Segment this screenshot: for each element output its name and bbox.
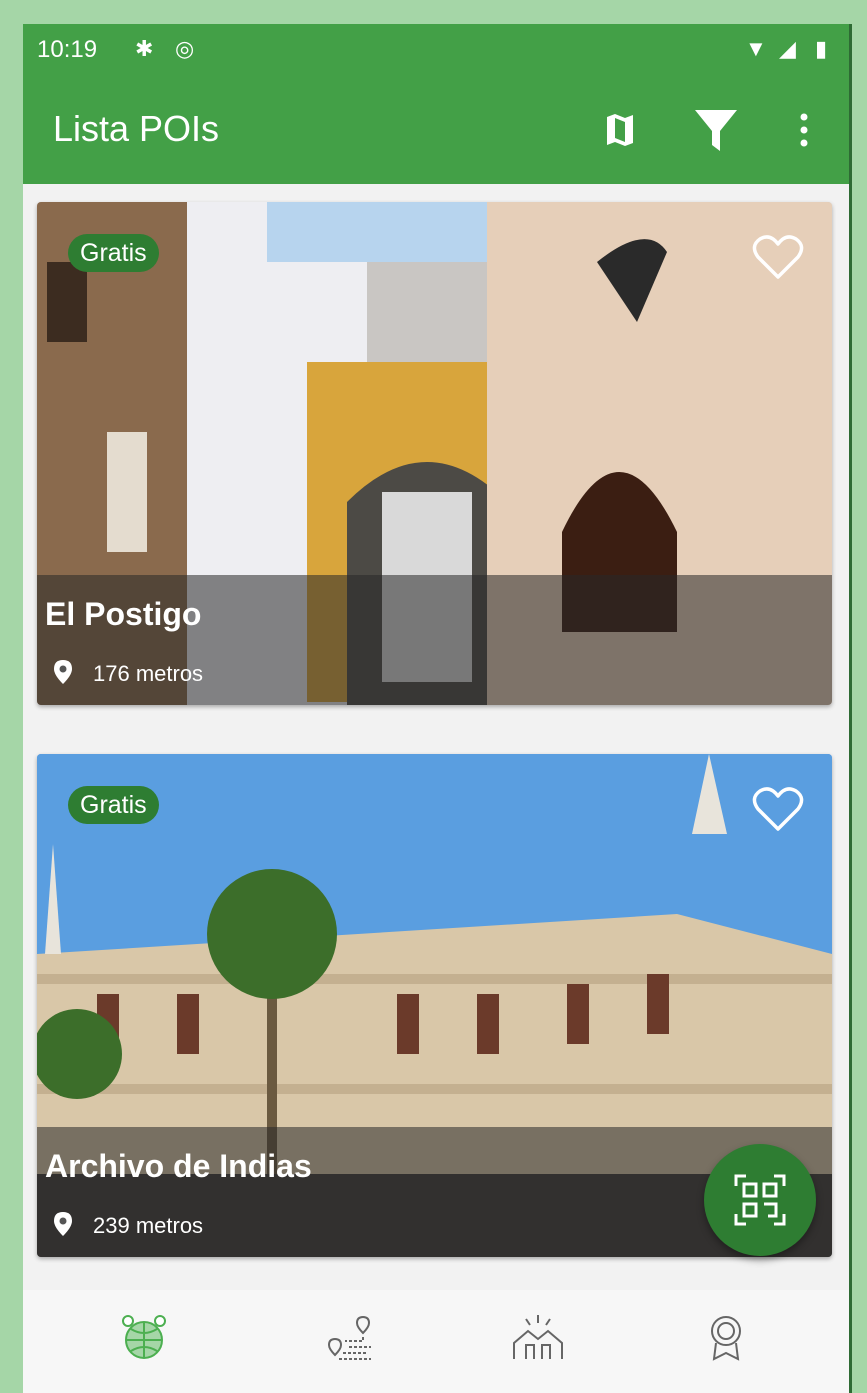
poi-distance: 239 metros — [93, 1213, 204, 1238]
status-bar: 10:19 ✱ ◎ ▼ ◢ ▮ — [23, 24, 849, 76]
map-icon — [607, 114, 633, 146]
handshake-icon — [513, 1315, 563, 1359]
qr-scan-icon — [734, 1174, 786, 1226]
award-badge-icon — [711, 1316, 741, 1361]
nav-item-pois[interactable] — [109, 1308, 179, 1368]
favorite-button[interactable] — [752, 786, 804, 837]
sync-status-icon: ◎ — [175, 36, 195, 61]
poi-card[interactable]: Gratis El Postigo 176 metros — [37, 202, 832, 705]
filter-icon — [695, 110, 737, 151]
map-button[interactable] — [596, 106, 644, 154]
poi-list[interactable]: Gratis El Postigo 176 metros Gratis Arch… — [23, 184, 849, 1290]
location-pin-icon — [54, 1212, 72, 1236]
favorite-button[interactable] — [752, 234, 804, 285]
status-time: 10:19 — [37, 36, 98, 63]
nav-item-community[interactable] — [503, 1308, 573, 1368]
screen-edge — [849, 24, 852, 1393]
free-badge: Gratis — [68, 786, 159, 824]
battery-icon: ▮ — [815, 36, 828, 61]
globe-pins-icon — [122, 1315, 166, 1359]
nav-item-routes[interactable] — [317, 1308, 387, 1368]
location-pin-icon — [54, 660, 72, 684]
free-badge: Gratis — [68, 234, 159, 272]
heart-icon — [752, 787, 804, 831]
poi-name: Archivo de Indias — [45, 1148, 312, 1184]
more-vert-icon — [800, 113, 808, 147]
wifi-icon: ▼ — [745, 36, 767, 61]
signal-icon: ◢ — [779, 36, 796, 61]
app-bar: Lista POIs — [23, 76, 849, 184]
poi-name: El Postigo — [45, 596, 202, 632]
route-icon — [327, 1315, 371, 1360]
qr-scan-button[interactable] — [704, 1144, 816, 1256]
filter-button[interactable] — [692, 106, 740, 154]
phone-screen: 10:19 ✱ ◎ ▼ ◢ ▮ Lista POIs Gratis El Pos… — [23, 24, 849, 1393]
more-options-button[interactable] — [780, 106, 828, 154]
poi-distance: 176 metros — [93, 661, 204, 686]
nav-item-achievements[interactable] — [691, 1308, 761, 1368]
page-title: Lista POIs — [53, 108, 220, 149]
settings-status-icon: ✱ — [135, 36, 154, 61]
bottom-navigation — [23, 1290, 849, 1393]
heart-icon — [752, 235, 804, 279]
